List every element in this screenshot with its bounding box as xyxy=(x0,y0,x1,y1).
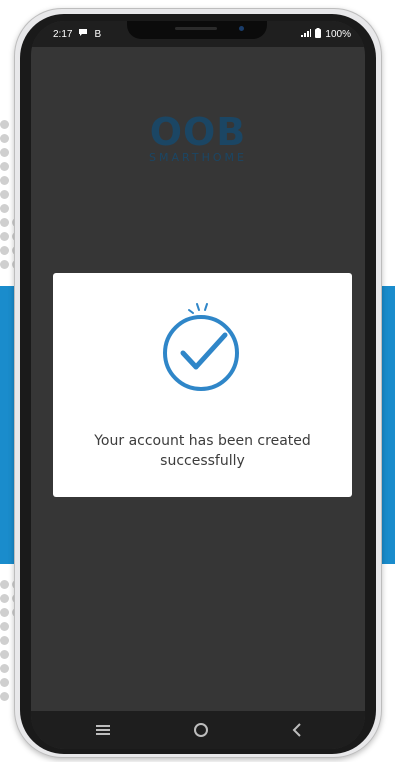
status-time: 2:17 xyxy=(53,28,73,40)
front-camera xyxy=(239,26,244,31)
home-circle-icon[interactable] xyxy=(191,720,211,740)
status-right: 100% xyxy=(301,28,351,41)
success-message: Your account has been created successful… xyxy=(94,433,311,469)
success-check-icon xyxy=(159,301,243,391)
back-icon[interactable] xyxy=(287,720,307,740)
battery-level: 100% xyxy=(325,29,351,40)
status-left: 2:17 B xyxy=(53,28,101,40)
signal-icon xyxy=(301,29,312,40)
status-bar: 2:17 B 100% xyxy=(31,21,365,47)
android-nav-bar xyxy=(31,711,365,749)
chat-bubble-icon xyxy=(78,28,88,40)
menu-icon[interactable] xyxy=(93,720,113,740)
notification-letter: B xyxy=(94,28,102,40)
battery-icon xyxy=(315,28,322,41)
logo-sub-text: SMARTHOME xyxy=(149,151,247,164)
app-logo: OOB SMARTHOME xyxy=(31,113,365,164)
logo-main-text: OOB xyxy=(149,110,247,154)
speaker-grille xyxy=(175,27,217,30)
phone-notch xyxy=(127,21,267,39)
success-dialog: Your account has been created successful… xyxy=(53,273,352,497)
